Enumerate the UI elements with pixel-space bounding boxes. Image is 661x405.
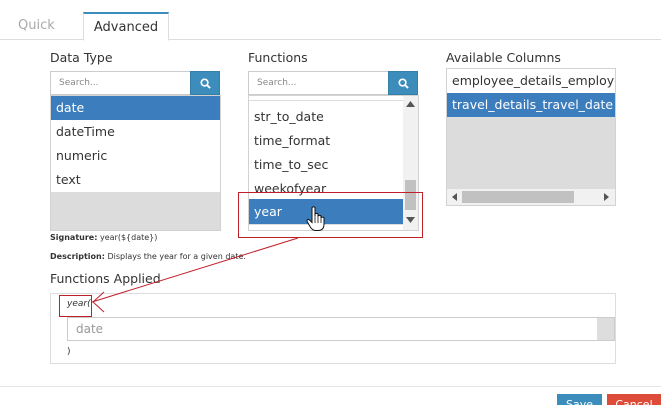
highlight-year-applied-box bbox=[59, 295, 92, 317]
annotation-arrow-head bbox=[92, 291, 105, 313]
hand-cursor-icon bbox=[306, 206, 325, 231]
annotation-overlay bbox=[59, 192, 423, 317]
annotation-arrow-line bbox=[91, 237, 299, 303]
highlight-year-box bbox=[238, 192, 423, 238]
